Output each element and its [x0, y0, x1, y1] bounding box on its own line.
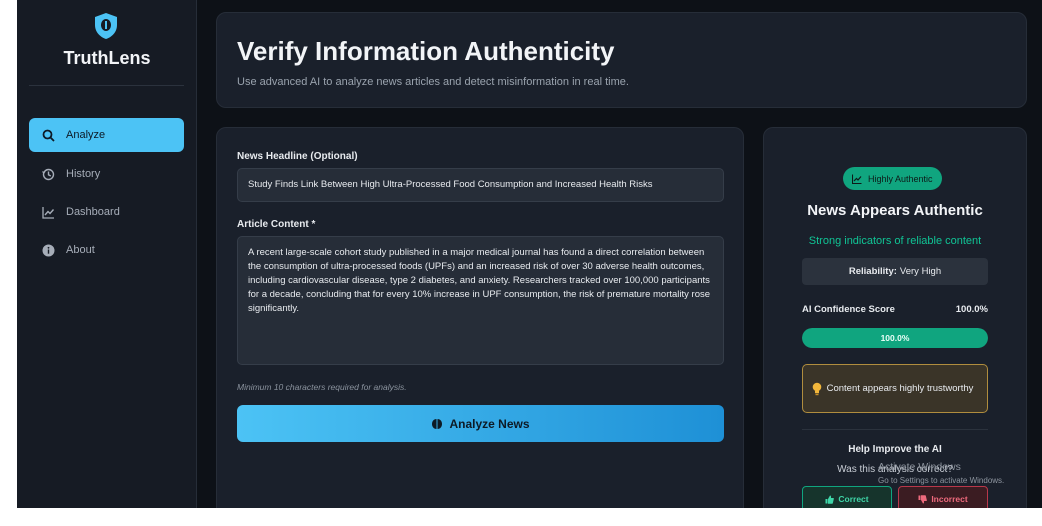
correct-button-label: Correct	[838, 494, 869, 504]
thumbs-down-icon	[918, 494, 928, 504]
sidebar-item-dashboard[interactable]: Dashboard	[29, 195, 184, 229]
confidence-label: AI Confidence Score	[802, 304, 895, 315]
brain-icon	[431, 418, 443, 430]
sidebar-item-analyze[interactable]: Analyze	[29, 118, 184, 152]
reliability-label: Reliability:	[848, 266, 897, 277]
sidebar-item-history[interactable]: History	[29, 157, 184, 191]
sidebar-item-label: History	[66, 168, 101, 180]
sidebar: TruthLens Analyze History Dashboard Abou	[17, 0, 197, 508]
min-chars-hint: Minimum 10 characters required for analy…	[237, 382, 407, 392]
verdict-badge-label: Highly Authentic	[868, 173, 933, 184]
verdict-subtitle: Strong indicators of reliable content	[808, 235, 982, 247]
feedback-divider	[802, 429, 988, 430]
headline-label: News Headline (Optional)	[237, 151, 358, 162]
headline-input[interactable]: Study Finds Link Between High Ultra-Proc…	[237, 168, 724, 202]
incorrect-button[interactable]: Incorrect	[898, 486, 988, 508]
analyze-news-button[interactable]: Analyze News	[237, 405, 724, 442]
watermark-subtitle: Go to Settings to activate Windows.	[878, 476, 1005, 485]
page-title: Verify Information Authenticity	[237, 36, 615, 66]
page-subtitle: Use advanced AI to analyze news articles…	[237, 76, 629, 88]
sidebar-divider	[29, 85, 184, 86]
history-icon	[41, 167, 55, 181]
confidence-progress-bar: 100.0%	[802, 328, 988, 348]
confidence-progress-fill: 100.0%	[802, 328, 988, 348]
content-label: Article Content *	[237, 219, 316, 230]
app-window: TruthLens Analyze History Dashboard Abou	[17, 0, 1042, 508]
sidebar-item-label: Analyze	[66, 129, 106, 141]
correct-button[interactable]: Correct	[802, 486, 892, 508]
chart-line-icon	[852, 174, 862, 184]
incorrect-button-label: Incorrect	[931, 494, 968, 504]
header-card: Verify Information Authenticity Use adva…	[216, 12, 1027, 108]
insight-text: Content appears highly trustworthy	[826, 382, 974, 394]
sidebar-item-label: About	[66, 244, 95, 256]
brand-name: TruthLens	[63, 48, 151, 68]
insight-box: Content appears highly trustworthy	[802, 364, 988, 413]
shield-icon	[93, 12, 119, 40]
sidebar-item-label: Dashboard	[66, 206, 120, 218]
watermark-title: Activate Windows	[878, 461, 961, 473]
verdict-badge: Highly Authentic	[843, 167, 942, 190]
help-title: Help Improve the AI	[848, 444, 942, 455]
thumbs-up-icon	[825, 495, 835, 504]
analysis-form: News Headline (Optional) Study Finds Lin…	[216, 127, 744, 508]
verdict-title: News Appears Authentic	[807, 202, 983, 219]
article-content-textarea[interactable]: A recent large-scale cohort study publis…	[237, 236, 724, 365]
analyze-button-label: Analyze News	[449, 416, 530, 431]
confidence-value: 100.0%	[955, 304, 988, 315]
reliability-value: Very High	[899, 266, 942, 277]
search-icon	[41, 128, 55, 142]
activate-windows-watermark: Activate Windows Go to Settings to activ…	[878, 461, 1004, 485]
sidebar-item-about[interactable]: About	[29, 233, 184, 267]
chart-line-icon	[41, 205, 55, 219]
reliability-box: Reliability: Very High	[802, 258, 988, 285]
lightbulb-icon	[811, 382, 823, 396]
info-icon	[41, 243, 55, 257]
result-panel: Highly Authentic News Appears Authentic …	[763, 127, 1027, 508]
